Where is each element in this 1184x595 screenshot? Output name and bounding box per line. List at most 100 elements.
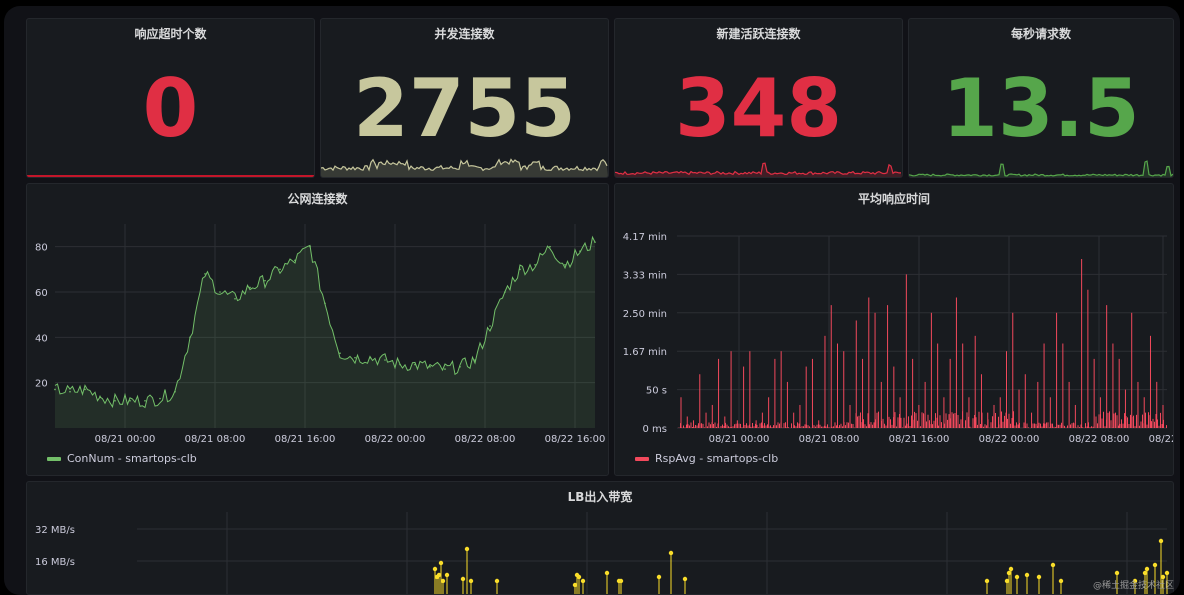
data-point: [84, 388, 86, 391]
stat-value: 2755: [353, 62, 576, 155]
panel-title: 新建活跃连接数: [716, 27, 801, 41]
data-point: [144, 400, 146, 402]
stat-panel-new-active[interactable]: 新建活跃连接数 348: [614, 18, 903, 178]
data-point: [1152, 562, 1158, 568]
x-tick-label: 08/21 00:00: [95, 434, 156, 445]
stat-baseline: [27, 175, 314, 177]
data-point: [264, 279, 266, 282]
stat-panel-rps[interactable]: 每秒请求数 13.5: [908, 18, 1174, 178]
data-point: [604, 570, 610, 576]
sparkline-line: [909, 160, 1173, 177]
data-point: [204, 273, 206, 275]
y-tick-label: 60: [35, 288, 48, 299]
y-tick-label: 80: [35, 243, 48, 254]
panel-avg-rsp[interactable]: 平均响应时间 0 ms 50 s 1.67 min 2.50 min 3.33 min 4…: [614, 183, 1174, 476]
data-point: [384, 359, 386, 361]
chart-avg-rsp: 0 ms 50 s 1.67 min 2.50 min 3.33 min 4.17 min…: [623, 232, 1173, 445]
data-point: [369, 356, 371, 359]
data-point: [656, 574, 662, 580]
data-point: [440, 578, 446, 584]
y-tick-label: 1.67 min: [623, 347, 667, 358]
data-point: [1114, 570, 1120, 576]
data-point: [339, 352, 341, 354]
data-point: [474, 359, 476, 361]
data-point: [468, 578, 474, 584]
y-tick-label: 40: [35, 333, 48, 344]
data-point: [668, 550, 674, 556]
legend-swatch: [635, 456, 649, 461]
data-point: [432, 566, 438, 572]
sparkline-area: [615, 163, 902, 177]
data-point: [444, 368, 446, 370]
data-point: [399, 363, 401, 366]
y-tick-label: 2.50 min: [623, 309, 667, 320]
x-tick-label: 08/21 00:00: [709, 434, 770, 445]
sparkline: [321, 158, 608, 177]
data-point: [564, 264, 566, 266]
data-point: [189, 336, 191, 339]
data-point: [1036, 574, 1042, 580]
data-point: [618, 578, 624, 584]
data-point: [1144, 566, 1150, 572]
legend-swatch: [47, 456, 61, 461]
data-point: [579, 250, 581, 252]
data-point: [1050, 562, 1056, 568]
data-point: [1008, 566, 1014, 572]
x-tick-label: 08/22 08:00: [1069, 434, 1130, 445]
y-tick-label: 20: [35, 379, 48, 390]
sparkline: [615, 162, 902, 177]
data-point: [519, 268, 521, 271]
data-point: [580, 578, 586, 584]
y-tick-label: 32 MB/s: [35, 525, 75, 536]
x-tick-label: 08/22 16:00: [545, 434, 606, 445]
stat-panel-timeout[interactable]: 响应超时个数 0: [26, 18, 315, 178]
data-point: [464, 546, 470, 552]
data-point: [129, 400, 131, 402]
data-point: [159, 397, 161, 400]
data-point: [249, 286, 251, 289]
panel-title: 每秒请求数: [1010, 27, 1071, 41]
data-point: [549, 245, 551, 248]
data-point: [414, 363, 416, 366]
data-point: [460, 576, 466, 582]
data-point: [1014, 574, 1020, 580]
y-tick-label: 3.33 min: [623, 270, 667, 281]
data-point: [114, 400, 116, 402]
data-point: [54, 388, 56, 391]
data-point: [279, 268, 281, 271]
data-point: [354, 356, 356, 359]
data-point: [594, 241, 596, 243]
legend-item[interactable]: ConNum - smartops-clb: [47, 452, 197, 465]
data-point: [324, 302, 326, 305]
data-point: [99, 395, 101, 398]
sparkline: [909, 160, 1173, 177]
y-tick-label: 50 s: [646, 386, 667, 397]
x-tick-label: 08/21 16:00: [275, 434, 336, 445]
data-point: [1164, 570, 1170, 576]
legend-label: RspAvg - smartops-clb: [655, 452, 779, 465]
dashboard: 响应超时个数 0 并发连接数 2755 新建活跃连接数 348 每秒请求数 13…: [4, 6, 1180, 595]
x-tick-label: 08/22 08:00: [455, 434, 516, 445]
data-point: [294, 259, 296, 262]
data-point: [429, 366, 431, 368]
legend-item[interactable]: RspAvg - smartops-clb: [635, 452, 778, 465]
data-point: [504, 291, 506, 293]
data-point: [682, 576, 688, 582]
data-point: [1058, 578, 1064, 584]
data-point: [1024, 572, 1030, 578]
data-point: [309, 245, 311, 248]
data-point: [494, 578, 500, 584]
legend-label: ConNum - smartops-clb: [67, 452, 197, 465]
data-point: [234, 298, 236, 300]
data-point: [984, 578, 990, 584]
data-point: [576, 574, 582, 580]
panel-public-conn[interactable]: 公网连接数 20 40 60 80 08/21 00:00 08/21 08:00 08/2…: [26, 183, 609, 476]
stat-panel-concurrent[interactable]: 并发连接数 2755: [320, 18, 609, 178]
x-tick-label: 08/22 00:00: [365, 434, 426, 445]
panel-title: 并发连接数: [434, 27, 495, 41]
panel-lb-bw[interactable]: LB出入带宽 16 MB/s 32 MB/s: [26, 481, 1174, 595]
chart-lb-bw: 16 MB/s 32 MB/s: [35, 512, 1170, 594]
data-point: [444, 572, 450, 578]
data-point: [459, 366, 461, 368]
y-tick-label: 4.17 min: [623, 232, 667, 243]
